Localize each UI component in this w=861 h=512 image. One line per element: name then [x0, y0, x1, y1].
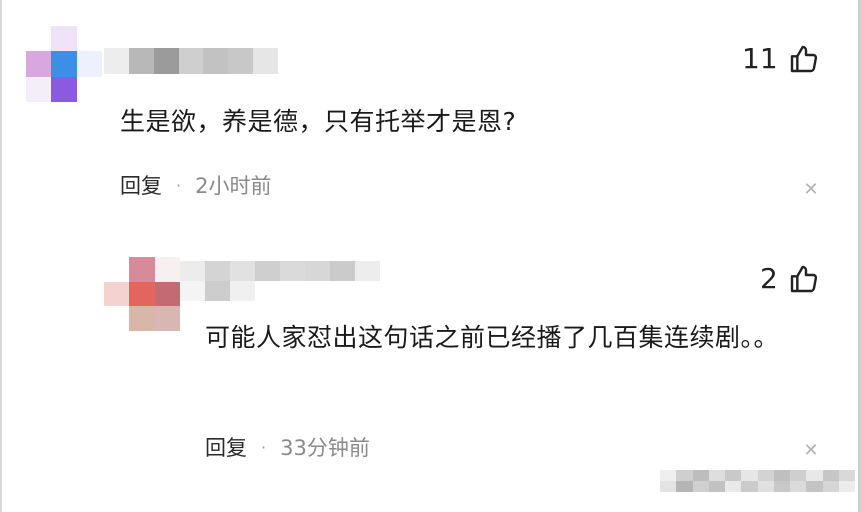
comment-panel — [0, 0, 861, 512]
reply-button[interactable]: 回复 — [120, 170, 162, 200]
like-count: 11 — [742, 42, 778, 75]
avatar[interactable] — [104, 257, 180, 331]
separator-dot: · — [261, 437, 267, 457]
comment-text: 生是欲，养是德，只有托举才是恩? — [120, 107, 517, 136]
thumbs-up-icon — [790, 45, 817, 72]
comment-meta: 回复 · 2小时前 — [120, 170, 271, 200]
like-button[interactable]: 2 — [760, 262, 820, 295]
timestamp: 33分钟前 — [280, 436, 370, 460]
comment-meta: 回复 · 33分钟前 — [205, 432, 370, 462]
close-icon[interactable]: ✕ — [801, 440, 821, 461]
separator-dot: · — [176, 175, 182, 195]
timestamp: 2小时前 — [195, 174, 272, 198]
like-count: 2 — [760, 262, 778, 295]
like-button[interactable]: 11 — [742, 42, 820, 75]
username-blurred[interactable] — [180, 261, 380, 301]
watermark-blurred — [660, 470, 855, 492]
username-blurred[interactable] — [104, 48, 278, 74]
avatar[interactable] — [26, 26, 102, 102]
reply-button[interactable]: 回复 — [205, 432, 247, 462]
thumbs-up-icon — [790, 265, 817, 292]
comment-text: 可能人家怼出这句话之前已经播了几百集连续剧。。 — [205, 323, 780, 352]
close-icon[interactable]: ✕ — [801, 179, 821, 200]
